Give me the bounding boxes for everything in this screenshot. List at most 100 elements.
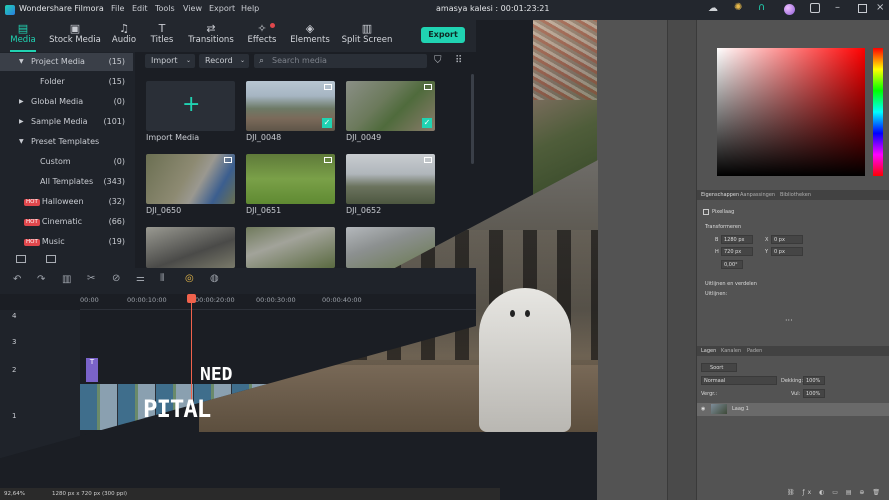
menu-export[interactable]: Export: [209, 4, 235, 13]
layer-name[interactable]: Laag 1: [732, 406, 749, 412]
sidebar-item-count: (19): [108, 237, 125, 246]
fill-field[interactable]: 100%: [803, 389, 825, 398]
menu-tools[interactable]: Tools: [155, 4, 175, 13]
sidebar-item-label: Cinematic: [41, 217, 83, 226]
import-media-tile[interactable]: +: [146, 81, 235, 131]
sidebar-item-count: (101): [103, 117, 125, 126]
tab-kanalen[interactable]: Kanalen: [721, 348, 741, 354]
app-name: Wondershare Filmora: [19, 4, 104, 13]
kind-filter[interactable]: Soort: [701, 363, 737, 372]
eye-icon[interactable]: ◉: [701, 406, 705, 412]
ghost-eye: [510, 310, 515, 317]
undo-icon[interactable]: ↶: [13, 274, 21, 285]
new-folder-icon[interactable]: [16, 255, 26, 263]
bulb-icon[interactable]: ✺: [734, 2, 742, 13]
import-dropdown[interactable]: Import ⌄: [145, 54, 195, 68]
timeline-toolbar: ↶ ↷ ▥ ✂ ⊘ ⚌ ⦀ ◎ ◍: [0, 268, 476, 294]
menu-edit[interactable]: Edit: [132, 4, 148, 13]
settings-icon[interactable]: [810, 3, 820, 13]
align-header[interactable]: Uitlijnen en verdelen: [705, 281, 757, 287]
sidebar-item-count: (0): [113, 97, 125, 106]
height-field[interactable]: 720 px: [721, 247, 753, 256]
headset-icon[interactable]: ∩: [758, 2, 765, 13]
sidebar-item-project-media[interactable]: ▼ Project Media (15): [0, 53, 133, 71]
tab-aanpassingen[interactable]: Aanpassingen: [740, 192, 775, 198]
record-dropdown[interactable]: Record ⌄: [199, 54, 249, 68]
sidebar-item-count: (0): [113, 157, 125, 166]
record-label: Record: [205, 56, 233, 65]
sidebar-item-global-media[interactable]: ▶ Global Media (0): [0, 93, 133, 111]
media-thumb-dji-0651[interactable]: [246, 154, 335, 204]
media-thumb[interactable]: [146, 227, 235, 268]
avatar[interactable]: [784, 4, 795, 15]
hot-badge: HOT: [24, 239, 40, 246]
cloud-icon[interactable]: ☁: [708, 3, 718, 14]
checked-icon[interactable]: ✓: [322, 118, 332, 128]
filter-icon[interactable]: ⛉: [434, 55, 442, 66]
sidebar-item-count: (15): [108, 57, 125, 66]
sidebar-item-music[interactable]: HOT Music (19): [0, 233, 133, 251]
media-thumb-dji-0049[interactable]: ✓: [346, 81, 435, 131]
sidebar-item-preset-templates[interactable]: ▼ Preset Templates: [0, 133, 133, 151]
media-thumb-dji-0048[interactable]: ✓: [246, 81, 335, 131]
layer-row[interactable]: ◉ Laag 1: [697, 403, 889, 416]
tab-paden[interactable]: Paden: [747, 348, 762, 354]
tab-split-screen[interactable]: ▥ Split Screen: [336, 22, 398, 50]
title-clip[interactable]: T: [86, 358, 98, 382]
maximize-icon[interactable]: [858, 4, 867, 13]
redo-icon[interactable]: ↷: [37, 274, 45, 285]
export-button[interactable]: Export: [421, 27, 465, 43]
media-thumb-dji-0652[interactable]: [346, 154, 435, 204]
search-input[interactable]: ⌕ Search media: [254, 54, 427, 68]
close-icon[interactable]: ×: [876, 2, 884, 13]
menu-help[interactable]: Help: [241, 4, 259, 13]
caret-down-icon: ▼: [19, 138, 24, 145]
x-field[interactable]: 0 px: [771, 235, 803, 244]
delete-icon[interactable]: ▥: [62, 274, 71, 285]
angle-field[interactable]: 0,00°: [721, 260, 743, 269]
folder-icon[interactable]: [46, 255, 56, 263]
hue-slider[interactable]: [873, 48, 883, 176]
color-picker[interactable]: [717, 48, 865, 176]
tag-icon[interactable]: ⊘: [112, 273, 120, 284]
sidebar-item-cinematic[interactable]: HOT Cinematic (66): [0, 213, 133, 231]
caret-right-icon: ▶: [19, 118, 24, 125]
color-match-icon[interactable]: ◍: [210, 273, 219, 284]
media-thumb[interactable]: [246, 227, 335, 268]
transform-header[interactable]: Transformeren: [705, 224, 741, 230]
media-scrollbar[interactable]: [471, 74, 474, 164]
media-thumb-dji-0650[interactable]: [146, 154, 235, 204]
speed-icon[interactable]: ◎: [185, 273, 194, 284]
adjust-icon[interactable]: ⚌: [136, 273, 145, 284]
blend-mode-select[interactable]: Normaal: [701, 376, 777, 385]
track-label: 3: [12, 338, 17, 346]
sidebar-item-all-templates[interactable]: All Templates (343): [0, 173, 133, 191]
menu-view[interactable]: View: [183, 4, 202, 13]
tab-elements[interactable]: ◈ Elements: [279, 22, 341, 50]
opacity-field[interactable]: 100%: [803, 376, 825, 385]
width-field[interactable]: 1280 px: [721, 235, 753, 244]
tab-lagen[interactable]: Lagen: [701, 348, 716, 354]
sidebar-item-sample-media[interactable]: ▶ Sample Media (101): [0, 113, 133, 131]
grid-view-icon[interactable]: ⠿: [455, 55, 462, 66]
tab-eigenschappen[interactable]: Eigenschappen: [701, 192, 739, 198]
hot-badge: HOT: [24, 219, 40, 226]
properties-panel: Eigenschappen Aanpassingen Bibliotheken …: [697, 190, 889, 344]
plus-icon: +: [182, 92, 201, 117]
audio-wave-icon[interactable]: ⦀: [160, 273, 164, 284]
menu-file[interactable]: File: [111, 4, 124, 13]
sidebar-item-folder[interactable]: Folder (15): [0, 73, 133, 91]
y-field[interactable]: 0 px: [771, 247, 803, 256]
cut-icon[interactable]: ✂: [87, 273, 95, 284]
tab-split-screen-label: Split Screen: [341, 35, 393, 45]
tab-effects-label: Effects: [247, 35, 277, 45]
tab-bibliotheken[interactable]: Bibliotheken: [780, 192, 811, 198]
zoom-level[interactable]: 92,64%: [4, 491, 25, 497]
playhead-handle[interactable]: [187, 294, 196, 303]
sidebar-item-halloween[interactable]: HOT Halloween (32): [0, 193, 133, 211]
more-options-icon[interactable]: ···: [785, 316, 793, 325]
checked-icon[interactable]: ✓: [422, 118, 432, 128]
tab-transitions-label: Transitions: [188, 35, 234, 45]
minimize-icon[interactable]: –: [835, 2, 840, 13]
sidebar-item-custom[interactable]: Custom (0): [0, 153, 133, 171]
